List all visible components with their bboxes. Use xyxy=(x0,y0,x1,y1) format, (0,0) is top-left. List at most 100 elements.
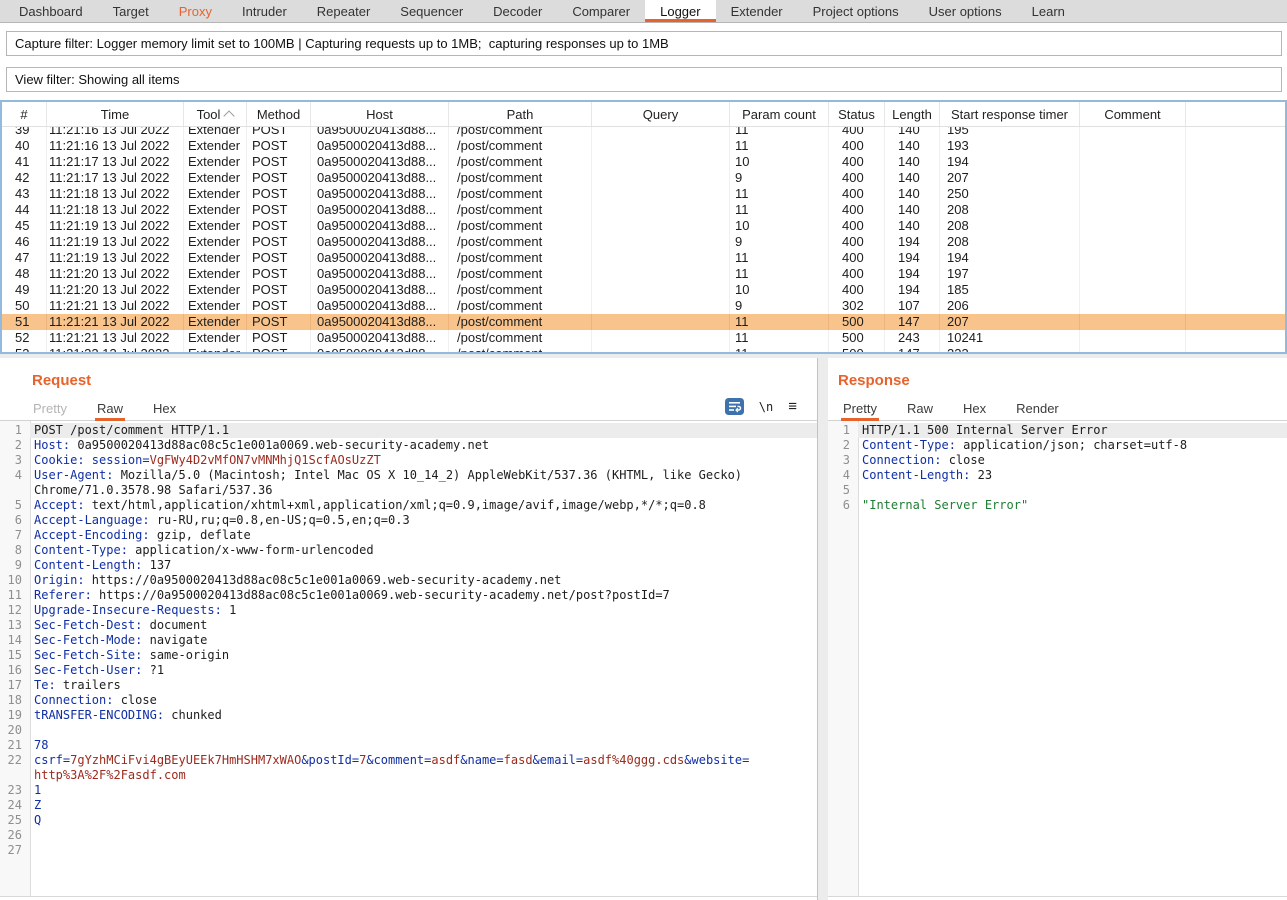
response-tab-pretty[interactable]: Pretty xyxy=(841,397,879,420)
line-number: 2 xyxy=(828,438,858,453)
table-row[interactable]: 4511:21:19 13 Jul 2022ExtenderPOST0a9500… xyxy=(2,218,1285,234)
table-row[interactable]: 4411:21:18 13 Jul 2022ExtenderPOST0a9500… xyxy=(2,202,1285,218)
menu-tab-repeater[interactable]: Repeater xyxy=(302,0,385,22)
line-content: Connection: close xyxy=(30,693,817,708)
code-segment: ?1 xyxy=(142,663,164,677)
table-row[interactable]: 4811:21:20 13 Jul 2022ExtenderPOST0a9500… xyxy=(2,266,1285,282)
request-tabs: Pretty Raw Hex \n ≡ xyxy=(0,396,817,421)
cell-tool: Extender xyxy=(184,266,247,282)
cell-path: /post/comment xyxy=(449,314,592,330)
column-header-timer[interactable]: Start response timer xyxy=(940,102,1080,126)
column-header-query[interactable]: Query xyxy=(592,102,730,126)
cell-params: 11 xyxy=(730,346,829,354)
column-header-label: # xyxy=(20,107,27,122)
cell-timer: 223 xyxy=(940,346,1080,354)
table-row[interactable]: 4011:21:16 13 Jul 2022ExtenderPOST0a9500… xyxy=(2,138,1285,154)
cell-host: 0a9500020413d88... xyxy=(311,314,449,330)
cell-query xyxy=(592,138,730,154)
line-number: 17 xyxy=(0,678,30,693)
cell-length: 140 xyxy=(885,138,940,154)
table-row[interactable]: 5111:21:21 13 Jul 2022ExtenderPOST0a9500… xyxy=(2,314,1285,330)
cell-method: POST xyxy=(247,218,311,234)
code-segment: POST /post/comment HTTP/1.1 xyxy=(34,423,229,437)
cell-timer: 194 xyxy=(940,250,1080,266)
column-header-params[interactable]: Param count xyxy=(730,102,829,126)
line-number: 2 xyxy=(0,438,30,453)
cell-time: 11:21:22 13 Jul 2022 xyxy=(47,346,184,354)
column-header-tool[interactable]: Tool xyxy=(184,102,247,126)
column-header-path[interactable]: Path xyxy=(449,102,592,126)
table-row[interactable]: 4711:21:19 13 Jul 2022ExtenderPOST0a9500… xyxy=(2,250,1285,266)
request-tab-pretty[interactable]: Pretty xyxy=(31,397,69,420)
line-content xyxy=(30,843,817,858)
response-tab-render[interactable]: Render xyxy=(1014,397,1061,420)
logger-table[interactable]: #TimeToolMethodHostPathQueryParam countS… xyxy=(0,100,1287,354)
request-tab-raw[interactable]: Raw xyxy=(95,397,125,420)
menu-tab-proxy[interactable]: Proxy xyxy=(164,0,227,22)
menu-tab-dashboard[interactable]: Dashboard xyxy=(4,0,98,22)
column-header-host[interactable]: Host xyxy=(311,102,449,126)
cell-timer: 206 xyxy=(940,298,1080,314)
table-row[interactable]: 4111:21:17 13 Jul 2022ExtenderPOST0a9500… xyxy=(2,154,1285,170)
line-number: 5 xyxy=(828,483,858,498)
table-row[interactable]: 4611:21:19 13 Jul 2022ExtenderPOST0a9500… xyxy=(2,234,1285,250)
cell-num: 45 xyxy=(2,218,47,234)
request-editor[interactable]: 1POST /post/comment HTTP/1.12Host: 0a950… xyxy=(0,421,817,897)
table-row[interactable]: 4311:21:18 13 Jul 2022ExtenderPOST0a9500… xyxy=(2,186,1285,202)
table-row[interactable]: 5011:21:21 13 Jul 2022ExtenderPOST0a9500… xyxy=(2,298,1285,314)
cell-time: 11:21:20 13 Jul 2022 xyxy=(47,282,184,298)
request-tab-hex[interactable]: Hex xyxy=(151,397,178,420)
response-tab-hex[interactable]: Hex xyxy=(961,397,988,420)
response-editor[interactable]: 1HTTP/1.1 500 Internal Server Error2Cont… xyxy=(828,421,1287,897)
code-segment: close xyxy=(941,453,984,467)
table-row[interactable]: 5211:21:21 13 Jul 2022ExtenderPOST0a9500… xyxy=(2,330,1285,346)
column-header-status[interactable]: Status xyxy=(829,102,885,126)
cell-status: 500 xyxy=(829,346,885,354)
column-header-length[interactable]: Length xyxy=(885,102,940,126)
cell-tool: Extender xyxy=(184,186,247,202)
column-header-comment[interactable]: Comment xyxy=(1080,102,1186,126)
cell-time: 11:21:17 13 Jul 2022 xyxy=(47,170,184,186)
request-title: Request xyxy=(0,372,817,389)
menu-tab-intruder[interactable]: Intruder xyxy=(227,0,302,22)
menu-tab-project-options[interactable]: Project options xyxy=(798,0,914,22)
view-filter-bar[interactable]: View filter: Showing all items xyxy=(6,67,1282,92)
code-segment: text/html,application/xhtml+xml,applicat… xyxy=(85,498,706,512)
cell-query xyxy=(592,234,730,250)
menu-tab-decoder[interactable]: Decoder xyxy=(478,0,557,22)
menu-tab-learn[interactable]: Learn xyxy=(1017,0,1080,22)
line-content xyxy=(858,483,1287,498)
editor-line: 2Content-Type: application/json; charset… xyxy=(828,438,1287,453)
editor-menu-icon[interactable]: ≡ xyxy=(788,401,797,413)
menu-tabs: DashboardTargetProxyIntruderRepeaterSequ… xyxy=(0,0,1287,23)
code-segment: session= xyxy=(85,453,150,467)
code-segment: 137 xyxy=(142,558,171,572)
menu-tab-target[interactable]: Target xyxy=(98,0,164,22)
table-row[interactable]: 4211:21:17 13 Jul 2022ExtenderPOST0a9500… xyxy=(2,170,1285,186)
cell-params: 10 xyxy=(730,282,829,298)
cell-tool: Extender xyxy=(184,218,247,234)
capture-filter-bar[interactable]: Capture filter: Logger memory limit set … xyxy=(6,31,1282,56)
cell-num: 46 xyxy=(2,234,47,250)
wrap-lines-icon[interactable] xyxy=(725,398,744,415)
response-tab-raw[interactable]: Raw xyxy=(905,397,935,420)
table-row[interactable]: 4911:21:20 13 Jul 2022ExtenderPOST0a9500… xyxy=(2,282,1285,298)
table-row[interactable]: 5311:21:22 13 Jul 2022ExtenderPOST0a9500… xyxy=(2,346,1285,354)
line-content: 78 xyxy=(30,738,817,753)
editor-line: 20 xyxy=(0,723,817,738)
cell-status: 400 xyxy=(829,234,885,250)
cell-host: 0a9500020413d88... xyxy=(311,346,449,354)
menu-tab-comparer[interactable]: Comparer xyxy=(557,0,645,22)
menu-tab-user-options[interactable]: User options xyxy=(914,0,1017,22)
menu-tab-extender[interactable]: Extender xyxy=(716,0,798,22)
cell-status: 400 xyxy=(829,202,885,218)
newline-visualization-icon[interactable]: \n xyxy=(759,400,773,414)
menu-tab-logger[interactable]: Logger xyxy=(645,0,715,22)
menu-tab-sequencer[interactable]: Sequencer xyxy=(385,0,478,22)
cell-comment xyxy=(1080,266,1186,282)
column-header-num[interactable]: # xyxy=(2,102,47,126)
cell-num: 44 xyxy=(2,202,47,218)
column-header-time[interactable]: Time xyxy=(47,102,184,126)
code-segment: Connection: xyxy=(862,453,941,467)
column-header-method[interactable]: Method xyxy=(247,102,311,126)
